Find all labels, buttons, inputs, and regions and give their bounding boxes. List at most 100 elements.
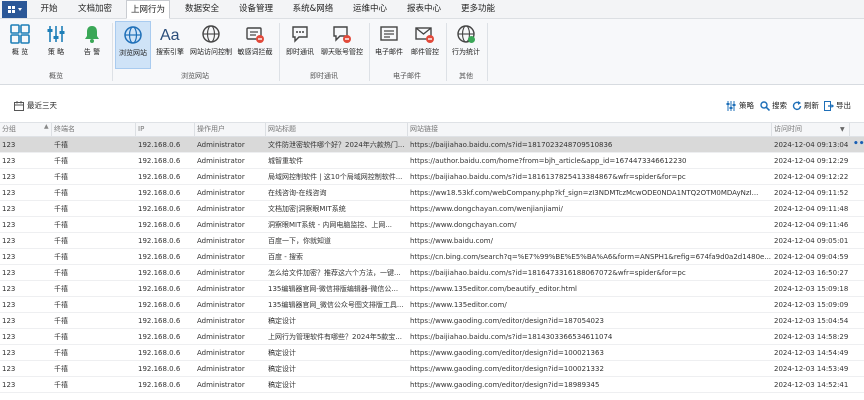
date-range-selector[interactable]: 最近三天: [14, 100, 64, 112]
search-engine-button[interactable]: Aa 搜索引擎: [153, 21, 187, 69]
refresh-button[interactable]: 刷新: [792, 100, 822, 112]
sort-down-icon: ▼: [840, 126, 845, 133]
table-row[interactable]: 123 千禧 192.168.0.6 Administrator 城智重软件 https:…: [0, 153, 864, 169]
chat-account-control-button[interactable]: 聊天账号管控: [319, 21, 365, 69]
cell-ip: 192.168.0.6: [138, 205, 181, 213]
menu-tab-start[interactable]: 开始: [34, 0, 64, 19]
email-button[interactable]: 电子邮件: [372, 21, 406, 69]
instant-messaging-button[interactable]: 即时通讯: [283, 21, 317, 69]
cell-user: Administrator: [197, 221, 245, 229]
behavior-stats-button[interactable]: 行为统计: [449, 21, 483, 69]
column-header-label: 分组: [2, 125, 16, 133]
browse-web-label: 浏览网站: [119, 49, 147, 57]
overview-button[interactable]: 概 览: [4, 21, 36, 69]
cell-visit-time: 2024-12-03 15:09:09: [774, 301, 849, 309]
cell-site-title: 城智重软件: [268, 157, 303, 165]
cell-visit-time: 2024-12-04 09:13:04: [774, 141, 849, 149]
table-row[interactable]: 123 千禧 192.168.0.6 Administrator 135编辑器官网_微信…: [0, 297, 864, 313]
alarm-button[interactable]: 告 警: [76, 21, 108, 69]
table-row[interactable]: 123 千禧 192.168.0.6 Administrator 稿定设计 https:/…: [0, 345, 864, 361]
cell-terminal: 千禧: [54, 381, 68, 389]
cell-user: Administrator: [197, 157, 245, 165]
cell-group: 123: [2, 157, 16, 165]
cell-ip: 192.168.0.6: [138, 349, 181, 357]
column-header-group[interactable]: 分组 ▲: [0, 123, 52, 136]
cell-group: 123: [2, 333, 16, 341]
search-button[interactable]: 搜索: [760, 100, 790, 112]
table-row[interactable]: 123 千禧 192.168.0.6 Administrator 上网行为管理软件有哪些…: [0, 329, 864, 345]
cell-site-title: 怎么给文件加密？推荐这六个方法，一键...: [268, 269, 401, 277]
cell-site-url: https://baijiahao.baidu.com/s?id=1816137…: [410, 173, 686, 181]
cell-group: 123: [2, 253, 16, 261]
table-row[interactable]: 123 千禧 192.168.0.6 Administrator 稿定设计 https:/…: [0, 361, 864, 377]
column-header-terminal[interactable]: 终端名: [52, 123, 136, 136]
menu-tab-doc-encrypt[interactable]: 文档加密: [72, 0, 118, 19]
chat-icon: [292, 26, 308, 43]
app-menu-button[interactable]: [2, 1, 27, 18]
cell-user: Administrator: [197, 269, 245, 277]
site-access-control-button[interactable]: 网站访问控制: [189, 21, 233, 69]
table-row[interactable]: 123 千禧 192.168.0.6 Administrator 文件防泄密软件哪个好？…: [0, 137, 864, 153]
cell-group: 123: [2, 221, 16, 229]
sensitive-word-block-button[interactable]: 敏感词拦截: [235, 21, 275, 69]
column-header-site-title[interactable]: 网站标题: [266, 123, 408, 136]
group-divider: [112, 23, 113, 81]
cell-terminal: 千禧: [54, 253, 68, 261]
cell-user: Administrator: [197, 253, 245, 261]
table-row[interactable]: 123 千禧 192.168.0.6 Administrator 洞察眼MIT系统 - …: [0, 217, 864, 233]
table-row[interactable]: 123 千禧 192.168.0.6 Administrator 局域网控制软件 | 这…: [0, 169, 864, 185]
overview-label: 概 览: [11, 48, 29, 56]
menu-tab-ops-center[interactable]: 运维中心: [348, 0, 392, 19]
strategy-tool-button[interactable]: 策略: [726, 100, 756, 112]
column-header-user[interactable]: 操作用户: [195, 123, 266, 136]
group-divider: [369, 23, 370, 81]
sliders-small-icon: [726, 101, 736, 111]
cell-site-url: https://www.135editor.com/: [410, 301, 507, 309]
grid-icon: [10, 24, 30, 44]
column-header-ip[interactable]: IP: [136, 123, 195, 136]
column-header-visit-time[interactable]: 访问时间 ▼: [772, 123, 850, 136]
cell-user: Administrator: [197, 173, 245, 181]
email-label: 电子邮件: [375, 48, 403, 56]
export-label: 导出: [836, 101, 851, 110]
cell-site-title: 稿定设计: [268, 381, 296, 389]
cell-user: Administrator: [197, 381, 245, 389]
menu-tab-more[interactable]: 更多功能: [456, 0, 500, 19]
globe-chart-icon: [457, 25, 475, 43]
cell-site-url: https://www.gaoding.com/editor/design?id…: [410, 317, 604, 325]
strategy-button[interactable]: 策 略: [40, 21, 72, 69]
cell-terminal: 千禧: [54, 157, 68, 165]
table-row[interactable]: 123 千禧 192.168.0.6 Administrator 怎么给文件加密？推荐这…: [0, 265, 864, 281]
more-options-icon[interactable]: •••: [853, 137, 864, 153]
cell-ip: 192.168.0.6: [138, 285, 181, 293]
search-engine-label: 搜索引擎: [156, 48, 184, 56]
table-row[interactable]: 123 千禧 192.168.0.6 Administrator 稿定设计 https:/…: [0, 377, 864, 393]
mail-control-button[interactable]: 邮件管控: [408, 21, 442, 69]
column-header-site-url[interactable]: 网站链接: [408, 123, 772, 136]
shield-block-icon: [246, 27, 264, 43]
table-row[interactable]: 123 千禧 192.168.0.6 Administrator 文档加密|洞察眼MIT…: [0, 201, 864, 217]
table-row[interactable]: 123 千禧 192.168.0.6 Administrator 稿定设计 https:/…: [0, 313, 864, 329]
cell-visit-time: 2024-12-04 09:11:48: [774, 205, 849, 213]
menu-tab-web-behavior[interactable]: 上网行为: [126, 0, 170, 19]
cell-site-url: https://cn.bing.com/search?q=%E7%99%BE%E…: [410, 253, 772, 261]
menu-tab-report-center[interactable]: 报表中心: [402, 0, 446, 19]
menu-bar: 开始 文档加密 上网行为 数据安全 设备管理 系统&网络 运维中心 报表中心 更…: [0, 0, 864, 19]
chevron-down-icon: [18, 8, 22, 11]
menu-tab-device-mgmt[interactable]: 设备管理: [234, 0, 278, 19]
site-access-control-label: 网站访问控制: [190, 48, 232, 56]
alarm-label: 告 警: [83, 48, 101, 56]
table-row[interactable]: 123 千禧 192.168.0.6 Administrator 在线咨询-在线咨询 ht…: [0, 185, 864, 201]
browse-web-button[interactable]: 浏览网站: [115, 21, 151, 69]
cell-ip: 192.168.0.6: [138, 333, 181, 341]
cell-user: Administrator: [197, 285, 245, 293]
menu-tab-system-network[interactable]: 系统&网络: [288, 0, 338, 19]
table-row[interactable]: 123 千禧 192.168.0.6 Administrator 135编辑器官网-微信…: [0, 281, 864, 297]
table-row[interactable]: 123 千禧 192.168.0.6 Administrator 百度 - 搜索 http…: [0, 249, 864, 265]
menu-tab-data-security[interactable]: 数据安全: [180, 0, 224, 19]
cell-site-title: 百度一下，你就知道: [268, 237, 331, 245]
cell-site-url: https://baijiahao.baidu.com/s?id=1816473…: [410, 269, 686, 277]
table-row[interactable]: 123 千禧 192.168.0.6 Administrator 百度一下，你就知道 ht…: [0, 233, 864, 249]
export-button[interactable]: 导出: [824, 100, 856, 112]
mail-control-label: 邮件管控: [411, 48, 439, 56]
